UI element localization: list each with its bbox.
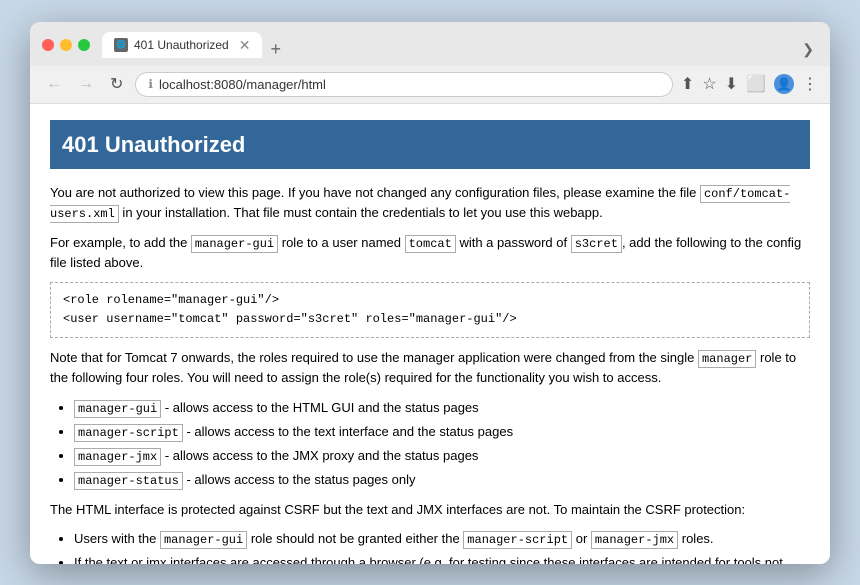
code-line1: <role rolename="manager-gui"/> (63, 291, 797, 310)
page-heading: 401 Unauthorized (50, 120, 810, 169)
page-content: 401 Unauthorized You are not authorized … (30, 104, 830, 564)
csrf-code-2: manager-script (463, 531, 572, 549)
para3: Note that for Tomcat 7 onwards, the role… (50, 348, 810, 388)
toolbar-icons: ⬆ ☆ ⬇ ⬜ 👤 ⋮ (681, 74, 818, 94)
para2-start: For example, to add the (50, 235, 191, 250)
address-bar: ← → ↻ ℹ localhost:8080/manager/html ⬆ ☆ … (30, 66, 830, 104)
browser-window: 🌐 401 Unauthorized ✕ + ❯ ← → ↻ ℹ localho… (30, 22, 830, 564)
role-gui-code: manager-gui (191, 235, 278, 253)
lock-icon: ℹ (148, 77, 153, 91)
para4: The HTML interface is protected against … (50, 500, 810, 520)
para1-text-start: You are not authorized to view this page… (50, 185, 700, 200)
para2: For example, to add the manager-gui role… (50, 233, 810, 273)
password-code: s3cret (571, 235, 622, 253)
list-item: manager-status - allows access to the st… (74, 470, 810, 490)
csrf-text-1c: or (572, 531, 591, 546)
tabs-row: 🌐 401 Unauthorized ✕ + ❯ (102, 32, 818, 58)
csrf-code-1: manager-gui (160, 531, 247, 549)
forward-button[interactable]: → (74, 73, 98, 95)
url-bar[interactable]: ℹ localhost:8080/manager/html (135, 72, 673, 97)
new-tab-button[interactable]: + (270, 40, 281, 58)
title-bar: 🌐 401 Unauthorized ✕ + ❯ (30, 22, 830, 66)
back-button[interactable]: ← (42, 73, 66, 95)
csrf-text-1b: role should not be granted either the (247, 531, 463, 546)
para1: You are not authorized to view this page… (50, 183, 810, 223)
para2-mid2: with a password of (456, 235, 571, 250)
refresh-button[interactable]: ↻ (106, 72, 127, 96)
maximize-button[interactable] (78, 39, 90, 51)
list-item: manager-script - allows access to the te… (74, 422, 810, 442)
tab-favicon-icon: 🌐 (114, 38, 128, 52)
tab-close-icon[interactable]: ✕ (239, 38, 251, 52)
para1-text-end: in your installation. That file must con… (119, 205, 603, 220)
role-desc-4: - allows access to the status pages only (183, 472, 416, 487)
role-name-4: manager-status (74, 472, 183, 490)
csrf-code-3: manager-jmx (591, 531, 678, 549)
csrf-text-1a: Users with the (74, 531, 160, 546)
tab-title: 401 Unauthorized (134, 38, 229, 52)
active-tab[interactable]: 🌐 401 Unauthorized ✕ (102, 32, 262, 58)
list-item: manager-jmx - allows access to the JMX p… (74, 446, 810, 466)
menu-icon[interactable]: ⋮ (802, 74, 818, 94)
share-icon[interactable]: ⬆ (681, 74, 694, 94)
close-button[interactable] (42, 39, 54, 51)
chevron-right-icon: ❯ (802, 41, 814, 58)
tab-view-icon[interactable]: ⬜ (746, 74, 766, 94)
role-desc-1: - allows access to the HTML GUI and the … (161, 400, 478, 415)
manager-role-code: manager (698, 350, 756, 368)
csrf-text-1d: roles. (678, 531, 713, 546)
url-text: localhost:8080/manager/html (159, 77, 326, 92)
minimize-button[interactable] (60, 39, 72, 51)
roles-list: manager-gui - allows access to the HTML … (74, 398, 810, 490)
para2-mid1: role to a user named (278, 235, 404, 250)
csrf-text-2: If the text or jmx interfaces are access… (74, 555, 783, 563)
code-block: <role rolename="manager-gui"/> <user use… (50, 282, 810, 338)
role-name-1: manager-gui (74, 400, 161, 418)
csrf-item-1: Users with the manager-gui role should n… (74, 529, 810, 549)
role-desc-3: - allows access to the JMX proxy and the… (161, 448, 478, 463)
role-name-2: manager-script (74, 424, 183, 442)
role-name-3: manager-jmx (74, 448, 161, 466)
download-icon[interactable]: ⬇ (725, 74, 738, 94)
para3-text: Note that for Tomcat 7 onwards, the role… (50, 350, 698, 365)
bookmark-icon[interactable]: ☆ (702, 74, 716, 94)
profile-icon[interactable]: 👤 (774, 74, 794, 94)
role-desc-2: - allows access to the text interface an… (183, 424, 513, 439)
user-tomcat-code: tomcat (405, 235, 456, 253)
csrf-list: Users with the manager-gui role should n… (74, 529, 810, 563)
list-item: manager-gui - allows access to the HTML … (74, 398, 810, 418)
code-line2: <user username="tomcat" password="s3cret… (63, 310, 797, 329)
traffic-lights (42, 39, 90, 51)
csrf-item-2: If the text or jmx interfaces are access… (74, 553, 810, 563)
